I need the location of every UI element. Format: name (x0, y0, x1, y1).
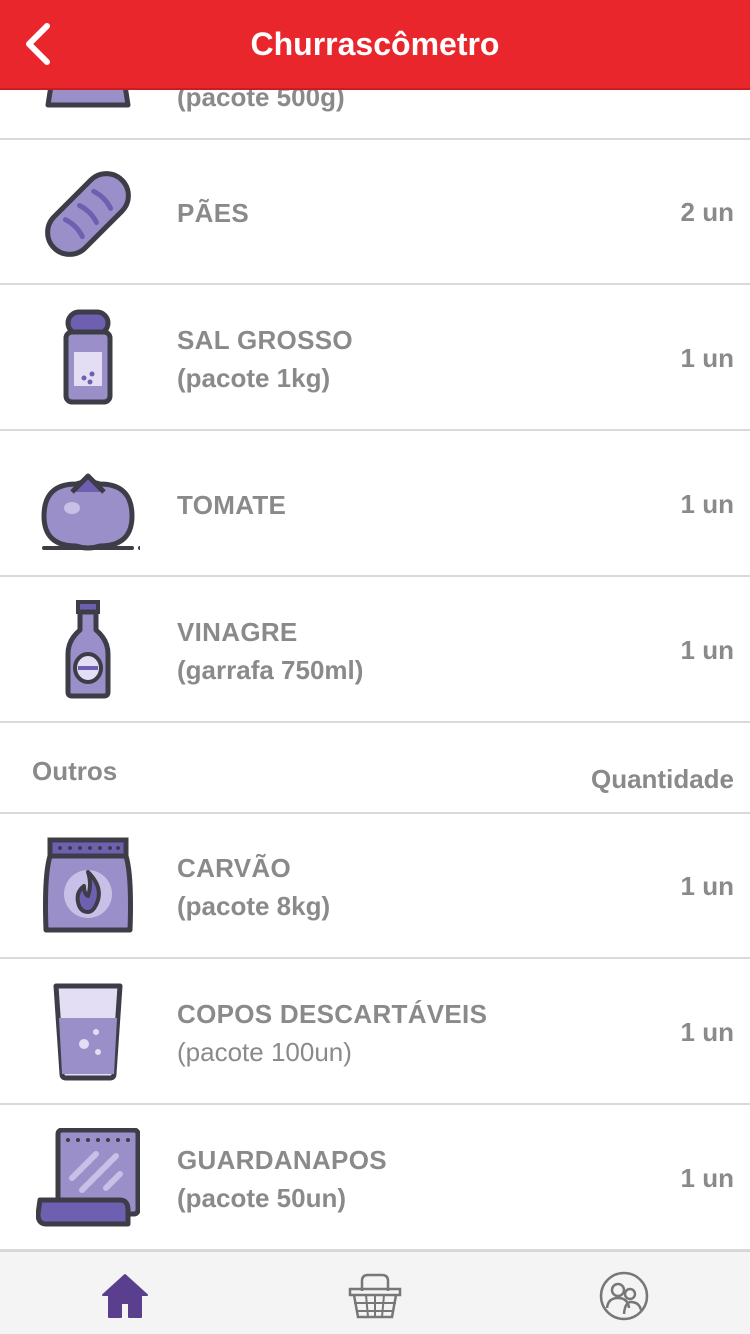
list-item-sub: (pacote 8kg) (177, 890, 331, 921)
list-item-sub: (garrafa 750ml) (177, 654, 364, 685)
list-item-sub: (pacote 100un) (177, 1036, 352, 1067)
tomato-icon (41, 473, 140, 551)
people-icon (599, 1271, 649, 1321)
section-title: Outros (32, 756, 118, 786)
list-item-qty: 1 un (680, 871, 734, 901)
item-list[interactable]: (pacote 500g) PÃES 2 un SAL GROSSO (paco… (0, 88, 750, 1250)
list-item-tomate: TOMATE 1 un (0, 432, 750, 577)
list-item-guardanapos: GUARDANAPOS (pacote 50un) 1 un (0, 1106, 750, 1250)
list-item-qty: 1 un (680, 635, 734, 665)
cup-icon (53, 983, 123, 1081)
list-item-sal-grosso: SAL GROSSO (pacote 1kg) 1 un (0, 286, 750, 431)
section-header-outros: Outros Quantidade (0, 724, 750, 814)
list-item-partial: (pacote 500g) (0, 88, 750, 140)
list-item-paes: PÃES 2 un (0, 140, 750, 285)
bottle-icon (65, 600, 111, 699)
header-bar: Churrascômetro (0, 0, 750, 90)
list-item-name: TOMATE (177, 489, 287, 520)
list-item-name: PÃES (177, 197, 250, 228)
list-item-name: SAL GROSSO (177, 324, 353, 355)
napkin-icon (36, 1128, 140, 1227)
list-item-sub: (pacote 1kg) (177, 362, 331, 393)
basket-icon (348, 1273, 402, 1319)
list-item-qty: 1 un (680, 1163, 734, 1193)
tab-bar (0, 1250, 750, 1334)
salt-shaker-icon (63, 309, 113, 405)
list-item-qty: 2 un (680, 197, 734, 227)
list-item-name: VINAGRE (177, 616, 298, 647)
list-item-carvao: CARVÃO (pacote 8kg) 1 un (0, 814, 750, 959)
list-item-vinagre: VINAGRE (garrafa 750ml) 1 un (0, 578, 750, 723)
list-item-name: CARVÃO (177, 852, 292, 883)
list-item-name: COPOS DESCARTÁVEIS (177, 998, 488, 1029)
list-item-qty: 1 un (680, 489, 734, 519)
page-title: Churrascômetro (250, 26, 500, 62)
list-item-sub: (pacote 500g) (177, 88, 345, 112)
tab-home[interactable] (95, 1268, 155, 1324)
list-item-name: GUARDANAPOS (177, 1144, 387, 1175)
charcoal-bag-icon (43, 837, 133, 933)
list-item-copos: COPOS DESCARTÁVEIS (pacote 100un) 1 un (0, 960, 750, 1105)
list-item-sub: (pacote 50un) (177, 1182, 347, 1213)
bread-icon (45, 171, 131, 257)
section-qty-header: Quantidade (590, 764, 734, 794)
list-item-qty: 1 un (680, 1017, 734, 1047)
home-icon (102, 1274, 148, 1318)
tab-basket[interactable] (345, 1268, 405, 1324)
tab-people[interactable] (594, 1268, 654, 1324)
flour-bag-icon (45, 88, 131, 108)
list-item-qty: 1 un (680, 343, 734, 373)
